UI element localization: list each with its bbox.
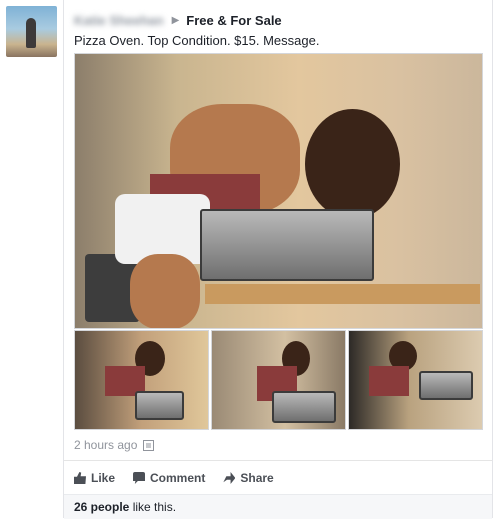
- post-message: Pizza Oven. Top Condition. $15. Message.: [74, 33, 320, 48]
- like-button[interactable]: Like: [74, 471, 115, 485]
- share-label: Share: [240, 471, 274, 485]
- arrow-right-icon: ▶: [171, 15, 180, 26]
- post-timestamp[interactable]: 2 hours ago: [74, 438, 137, 452]
- likes-count-link[interactable]: 26 people: [74, 500, 129, 514]
- post-meta: 2 hours ago: [74, 438, 155, 452]
- photo-thumbnail[interactable]: [348, 330, 483, 430]
- post-header: Katie Sheehan ▶ Free & For Sale: [74, 12, 482, 30]
- author-name[interactable]: Katie Sheehan: [74, 12, 164, 30]
- comment-button[interactable]: Comment: [133, 471, 205, 485]
- post-card: Katie Sheehan ▶ Free & For Sale Pizza Ov…: [63, 0, 493, 519]
- photo-thumbnail[interactable]: [211, 330, 346, 430]
- share-icon: [223, 472, 236, 484]
- likes-suffix: like this.: [132, 500, 177, 514]
- like-label: Like: [91, 471, 116, 485]
- thumbs-up-icon: [74, 472, 86, 484]
- share-button[interactable]: Share: [223, 471, 274, 485]
- comment-label: Comment: [150, 471, 206, 485]
- action-bar: Like Comment Share: [64, 460, 492, 495]
- likes-summary: 26 people like this.: [64, 494, 492, 519]
- audience-icon[interactable]: [143, 439, 155, 451]
- comment-icon: [133, 472, 146, 484]
- group-name[interactable]: Free & For Sale: [186, 12, 281, 30]
- main-photo[interactable]: [74, 53, 483, 329]
- photo-thumbnail[interactable]: [74, 330, 209, 430]
- author-avatar[interactable]: [6, 6, 57, 57]
